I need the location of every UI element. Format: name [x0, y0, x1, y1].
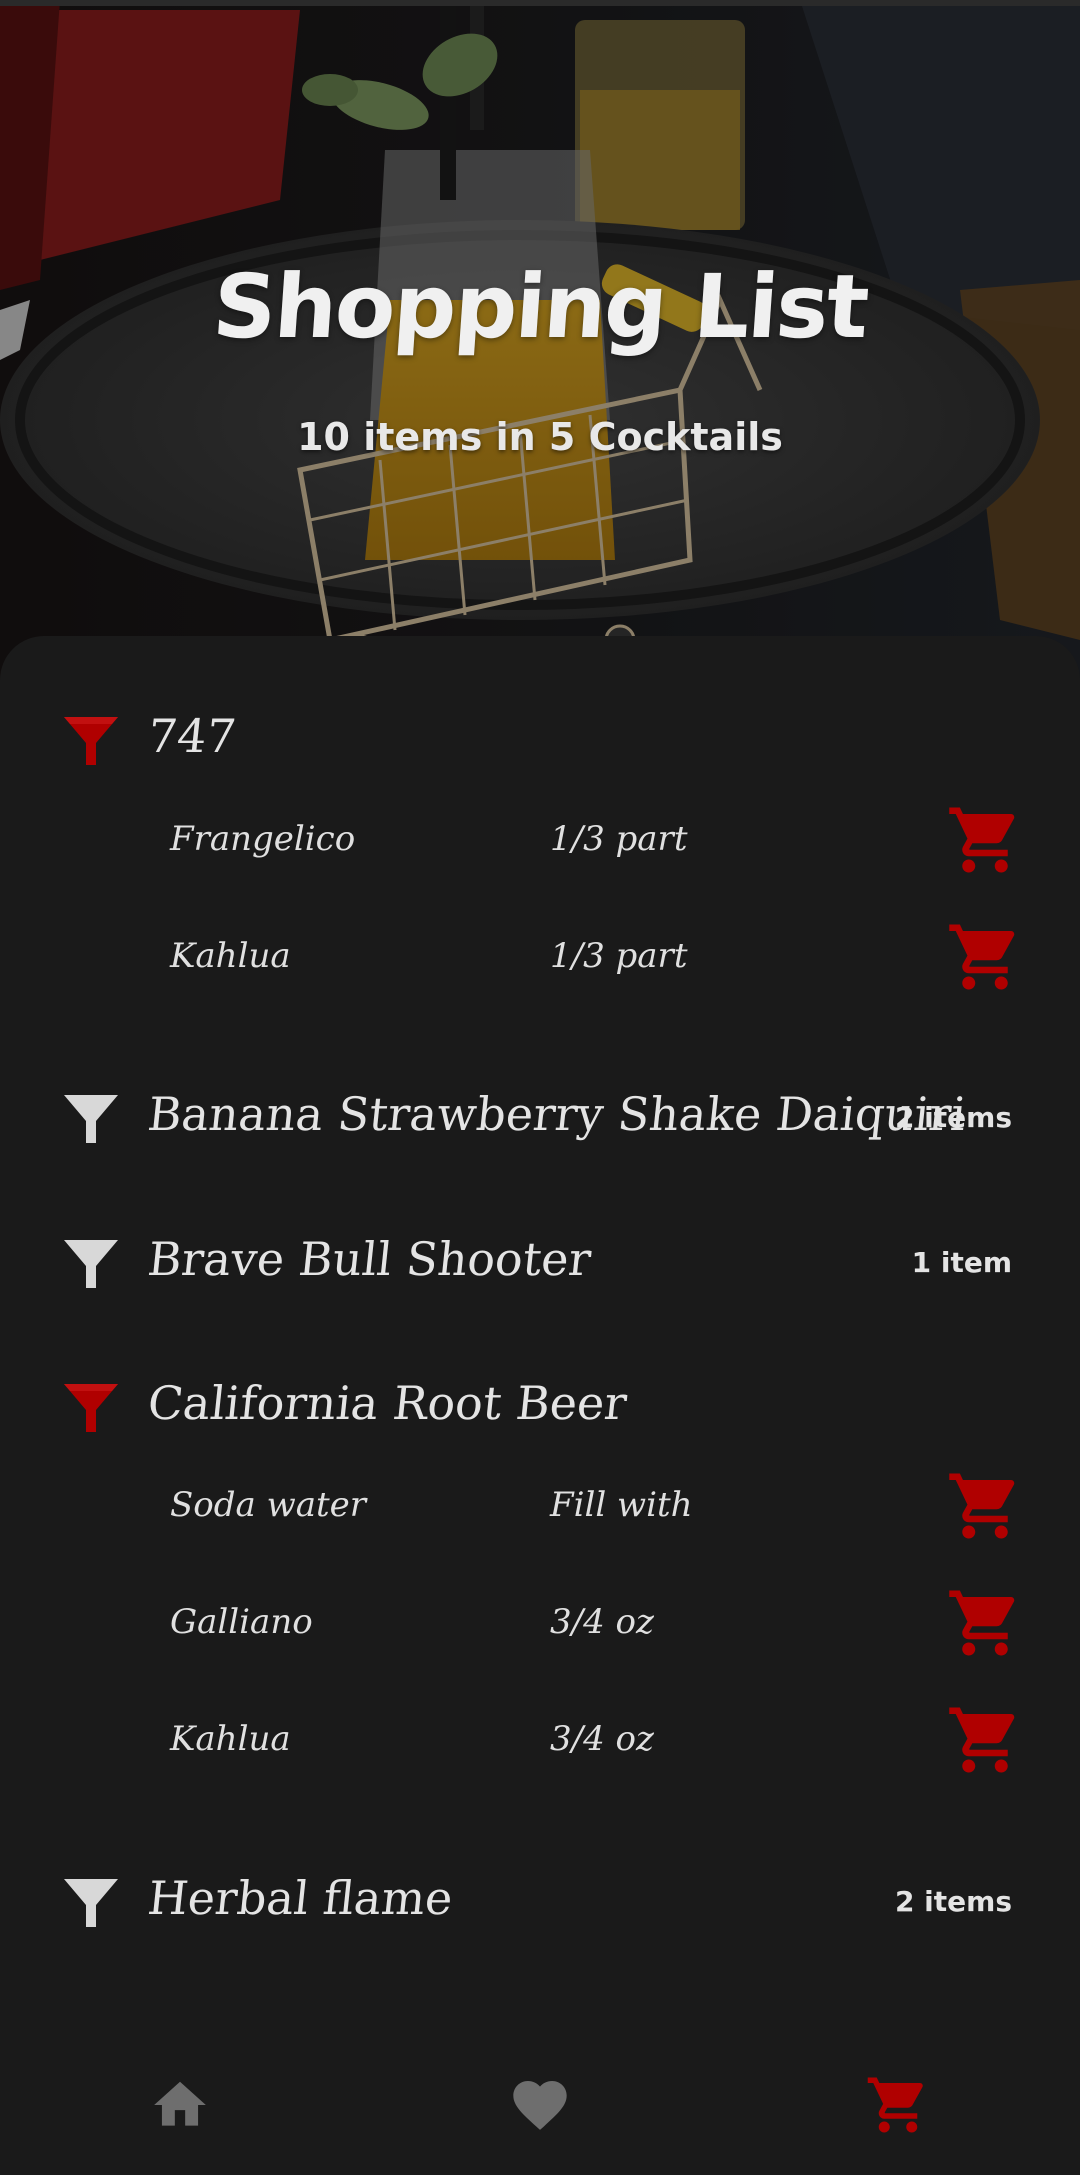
nav-shopping-list-button[interactable] — [848, 2060, 948, 2150]
cocktail-row-747[interactable]: 747 — [0, 701, 1080, 781]
cocktail-name: Herbal flame — [145, 1871, 456, 1925]
cocktail-item-count: 2 items — [894, 1101, 1012, 1134]
remove-from-cart-button[interactable] — [946, 801, 1024, 879]
ingredient-quantity: Fill with — [550, 1485, 693, 1525]
cocktail-glass-icon — [64, 717, 118, 765]
ingredient-row: Kahlua 3/4 oz — [0, 1701, 1080, 1781]
ingredient-quantity: 1/3 part — [550, 936, 688, 976]
ingredient-name: Soda water — [170, 1485, 367, 1525]
remove-from-cart-button[interactable] — [946, 918, 1024, 996]
bottom-navigation — [0, 2040, 1080, 2175]
cocktail-name: Banana Strawberry Shake Daiquiri — [145, 1087, 969, 1141]
ingredient-quantity: 3/4 oz — [550, 1602, 654, 1642]
ingredient-row: Kahlua 1/3 part — [0, 918, 1080, 998]
cocktail-glass-icon — [64, 1879, 118, 1927]
nav-favorites-button[interactable] — [490, 2060, 590, 2150]
app-root: Shopping List 10 items in 5 Cocktails 74… — [0, 0, 1080, 2175]
cocktail-row-banana-strawberry-shake-daiquiri[interactable]: Banana Strawberry Shake Daiquiri 2 items — [0, 1079, 1080, 1159]
ingredient-name: Galliano — [170, 1602, 313, 1642]
cocktail-row-herbal-flame[interactable]: Herbal flame 2 items — [0, 1863, 1080, 1943]
nav-home-button[interactable] — [130, 2060, 230, 2150]
cocktail-glass-icon — [64, 1095, 118, 1143]
cocktail-glass-icon — [64, 1240, 118, 1288]
ingredient-row: Frangelico 1/3 part — [0, 801, 1080, 881]
cocktail-glass-icon — [64, 1384, 118, 1432]
hero-header: Shopping List 10 items in 5 Cocktails — [0, 0, 1080, 700]
cocktail-row-california-root-beer[interactable]: California Root Beer — [0, 1368, 1080, 1448]
cocktail-name: California Root Beer — [145, 1376, 630, 1430]
cocktail-name: 747 — [145, 709, 239, 763]
shopping-list-sheet: 747 Frangelico 1/3 part Kahlua 1/3 part … — [0, 636, 1080, 2036]
ingredient-name: Kahlua — [170, 936, 291, 976]
ingredient-quantity: 1/3 part — [550, 819, 688, 859]
shopping-cart-icon — [867, 2077, 923, 2133]
page-subtitle: 10 items in 5 Cocktails — [297, 415, 783, 459]
remove-from-cart-button[interactable] — [946, 1584, 1024, 1662]
ingredient-row: Soda water Fill with — [0, 1467, 1080, 1547]
ingredient-row: Galliano 3/4 oz — [0, 1584, 1080, 1664]
home-icon — [154, 2081, 206, 2126]
ingredient-name: Frangelico — [170, 819, 356, 859]
remove-from-cart-button[interactable] — [946, 1467, 1024, 1545]
cocktail-item-count: 1 item — [911, 1246, 1012, 1279]
remove-from-cart-button[interactable] — [946, 1701, 1024, 1779]
ingredient-name: Kahlua — [170, 1719, 291, 1759]
ingredient-quantity: 3/4 oz — [550, 1719, 654, 1759]
cocktail-name: Brave Bull Shooter — [145, 1232, 594, 1286]
status-bar — [0, 0, 1080, 6]
cocktail-item-count: 2 items — [894, 1885, 1012, 1918]
heart-icon — [513, 2081, 567, 2130]
page-title: Shopping List — [209, 255, 871, 358]
cocktail-row-brave-bull-shooter[interactable]: Brave Bull Shooter 1 item — [0, 1224, 1080, 1304]
